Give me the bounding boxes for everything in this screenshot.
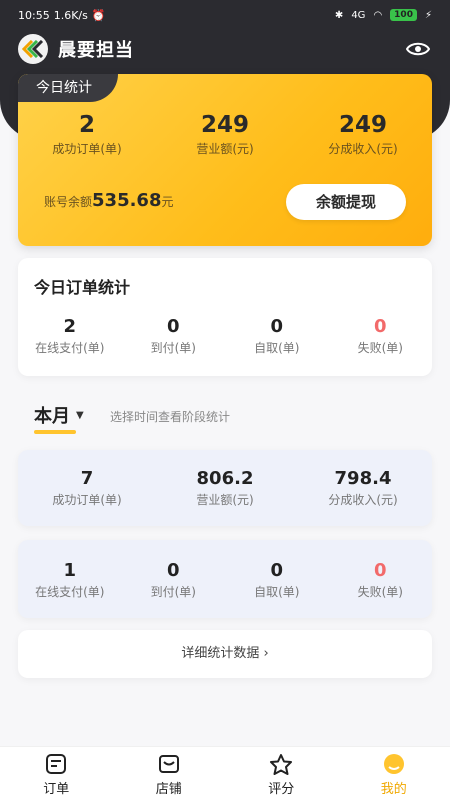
detail-stats-button[interactable]: 详细统计数据 › xyxy=(18,630,432,678)
tab-shop[interactable]: 店铺 xyxy=(113,747,226,800)
balance-unit: 元 xyxy=(161,195,174,209)
tab-label[interactable]: 我的 xyxy=(381,778,407,797)
detail-stats-label[interactable]: 详细统计数据 xyxy=(181,646,259,661)
stat-label: 分成收入(元) xyxy=(328,493,398,507)
stat-value: 2 xyxy=(63,316,77,337)
status-bar: 10:55 1.6K/s ⏰ ✱ 4G ◠ 100 ⚡ xyxy=(0,0,450,30)
stat-revenue: 806.2 营业额(元) xyxy=(156,468,294,508)
charging-icon: ⚡ xyxy=(424,9,432,21)
stat-value: 249 xyxy=(338,112,387,138)
stat-share-income: 798.4 分成收入(元) xyxy=(294,468,432,508)
status-time: 10:55 xyxy=(18,8,50,22)
tab-label[interactable]: 评分 xyxy=(268,778,294,797)
stat-cash-on-delivery: 0 到付(单) xyxy=(122,316,226,356)
stat-value: 0 xyxy=(166,560,180,581)
period-hint: 选择时间查看阶段统计 xyxy=(110,410,231,424)
stat-revenue: 249 营业额(元) xyxy=(156,112,294,157)
stat-label: 在线支付(单) xyxy=(35,585,105,599)
stat-value: 806.2 xyxy=(196,468,254,489)
withdraw-button[interactable]: 余额提现 xyxy=(286,184,406,220)
month-summary-card: 7 成功订单(单) 806.2 营业额(元) 798.4 分成收入(元) xyxy=(18,450,432,526)
chevron-right-icon[interactable]: › xyxy=(263,646,268,661)
stat-label: 失败(单) xyxy=(357,341,403,355)
network-label: 4G xyxy=(351,9,366,21)
stat-value: 249 xyxy=(200,112,249,138)
stat-value: 0 xyxy=(373,560,387,581)
bottom-tab-bar: 订单 店铺 评分 我的 xyxy=(0,746,450,800)
wifi-icon: ◠ xyxy=(373,9,383,21)
bluetooth-icon: ✱ xyxy=(334,9,344,21)
stat-label: 到付(单) xyxy=(150,341,196,355)
tab-rating[interactable]: 评分 xyxy=(225,747,338,800)
app-title: 晨要担当 xyxy=(58,40,134,61)
stat-label: 营业额(元) xyxy=(196,493,254,507)
stat-self-pickup: 0 自取(单) xyxy=(225,560,329,600)
stat-value: 0 xyxy=(373,316,387,337)
today-summary-card: 今日统计 2 成功订单(单) 249 营业额(元) 249 分成收入(元) 账号… xyxy=(18,74,432,246)
stat-value: 0 xyxy=(270,560,284,581)
stat-value: 7 xyxy=(80,468,94,489)
month-orders-card: 1 在线支付(单) 0 到付(单) 0 自取(单) 0 失败(单) xyxy=(18,540,432,618)
stat-failed: 0 失败(单) xyxy=(329,560,433,600)
period-underline xyxy=(34,430,76,434)
period-label[interactable]: 本月 xyxy=(34,402,70,428)
stat-self-pickup: 0 自取(单) xyxy=(225,316,329,356)
stat-label: 失败(单) xyxy=(357,585,403,599)
star-icon[interactable] xyxy=(268,751,294,777)
stat-value: 2 xyxy=(78,112,95,138)
balance-label: 账号余额 xyxy=(44,195,93,209)
profile-icon[interactable] xyxy=(381,751,407,777)
stat-value: 798.4 xyxy=(334,468,392,489)
stat-label: 自取(单) xyxy=(254,341,300,355)
stat-label: 分成收入(元) xyxy=(328,142,398,156)
battery-indicator: 100 xyxy=(390,9,417,21)
account-balance: 账号余额535.68元 xyxy=(44,190,174,211)
status-speed: 1.6K/s xyxy=(53,8,88,22)
stat-value: 1 xyxy=(63,560,77,581)
stat-cash-on-delivery: 0 到付(单) xyxy=(122,560,226,600)
period-selector[interactable]: 本月 ▼ xyxy=(34,402,84,428)
card-title: 今日订单统计 xyxy=(34,278,131,297)
today-orders-stats: 2 在线支付(单) 0 到付(单) 0 自取(单) 0 失败(单) xyxy=(18,316,432,356)
today-orders-card: 今日订单统计 2 在线支付(单) 0 到付(单) 0 自取(单) 0 失败(单) xyxy=(18,258,432,376)
month-orders-stats: 1 在线支付(单) 0 到付(单) 0 自取(单) 0 失败(单) xyxy=(18,560,432,600)
caret-down-icon[interactable]: ▼ xyxy=(76,410,84,421)
app-bar: 晨要担当 xyxy=(0,30,450,68)
month-stats: 7 成功订单(单) 806.2 营业额(元) 798.4 分成收入(元) xyxy=(18,468,432,508)
stat-label: 到付(单) xyxy=(150,585,196,599)
stat-label: 营业额(元) xyxy=(196,142,254,156)
app-logo-icon xyxy=(18,34,48,64)
shop-icon[interactable] xyxy=(156,751,182,777)
order-icon[interactable] xyxy=(43,751,69,777)
today-stats: 2 成功订单(单) 249 营业额(元) 249 分成收入(元) xyxy=(18,112,432,157)
stat-value: 0 xyxy=(270,316,284,337)
stat-failed: 0 失败(单) xyxy=(329,316,433,356)
stat-label: 成功订单(单) xyxy=(52,493,122,507)
balance-value: 535.68 xyxy=(92,190,162,211)
stat-label: 在线支付(单) xyxy=(35,341,105,355)
stat-label: 成功订单(单) xyxy=(52,142,122,156)
stat-label: 自取(单) xyxy=(254,585,300,599)
tab-profile[interactable]: 我的 xyxy=(338,747,450,800)
tab-label[interactable]: 订单 xyxy=(43,778,69,797)
tab-orders[interactable]: 订单 xyxy=(0,747,113,800)
today-tag: 今日统计 xyxy=(18,74,118,102)
tab-label[interactable]: 店铺 xyxy=(156,778,182,797)
stat-success-orders: 7 成功订单(单) xyxy=(18,468,156,508)
stat-value: 0 xyxy=(166,316,180,337)
stat-online-pay: 2 在线支付(单) xyxy=(18,316,122,356)
stat-online-pay: 1 在线支付(单) xyxy=(18,560,122,600)
stat-success-orders: 2 成功订单(单) xyxy=(18,112,156,157)
stat-share-income: 249 分成收入(元) xyxy=(294,112,432,157)
alarm-icon: ⏰ xyxy=(91,8,106,22)
eye-icon[interactable] xyxy=(404,35,432,63)
